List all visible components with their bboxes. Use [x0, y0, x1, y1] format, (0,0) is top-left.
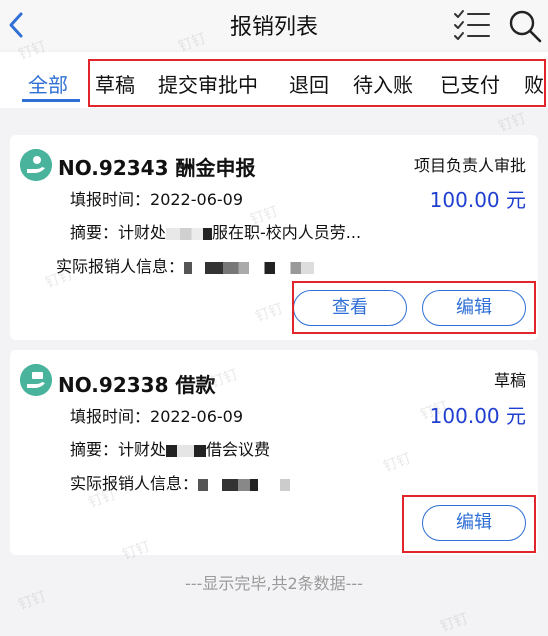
search-icon[interactable] [507, 8, 543, 44]
tab-returned[interactable]: 退回 [289, 69, 329, 98]
tab-overflow[interactable]: 败 [524, 69, 544, 98]
reimbursement-card[interactable]: NO.92343 酬金申报 项目负责人审批 100.00 元 填报时间：2022… [10, 135, 538, 340]
card-title: NO.92338 借款 [58, 373, 216, 397]
summary-label: 摘要： [70, 223, 119, 242]
money-hand-icon [20, 364, 52, 396]
active-tab-indicator [22, 99, 80, 102]
summary-row: 摘要：计财处 服在职-校内人员劳... [70, 219, 361, 243]
submit-date-value: 2022-06-09 [150, 407, 243, 426]
card-amount: 100.00 元 [429, 188, 526, 212]
checklist-icon[interactable] [452, 8, 492, 42]
summary-label: 摘要： [70, 440, 119, 459]
summary-suffix: 借会议费 [206, 440, 271, 459]
redaction-mask [166, 444, 207, 457]
edit-button[interactable]: 编辑 [422, 290, 526, 326]
summary-prefix: 计财处 [118, 223, 167, 242]
submit-date-label: 填报时间： [70, 190, 151, 209]
watermark: 钉钉 [496, 110, 529, 136]
reporter-label: 实际报销人信息： [70, 474, 199, 493]
card-status: 草稿 [493, 371, 526, 390]
summary-row: 摘要：计财处 借会议费 [70, 436, 270, 460]
view-button[interactable]: 查看 [293, 290, 407, 326]
submit-date-label: 填报时间： [70, 407, 151, 426]
status-tabs: 全部 草稿 提交审批中 退回 待入账 已支付 败 [0, 52, 548, 108]
redaction-mask [198, 478, 299, 491]
tab-pending-posting[interactable]: 待入账 [353, 69, 413, 98]
submit-date-row: 填报时间：2022-06-09 [70, 186, 243, 210]
tab-draft[interactable]: 草稿 [95, 69, 135, 98]
summary-suffix: 服在职-校内人员劳... [212, 223, 362, 242]
summary-prefix: 计财处 [118, 440, 167, 459]
reporter-row: 实际报销人信息： [70, 470, 299, 494]
card-amount: 100.00 元 [429, 404, 526, 428]
submit-date-value: 2022-06-09 [150, 190, 243, 209]
nav-bar: 报销列表 [0, 0, 548, 50]
redaction-mask [184, 261, 315, 274]
card-status: 项目负责人审批 [413, 156, 526, 175]
tab-submitted[interactable]: 提交审批中 [158, 69, 258, 98]
tab-paid[interactable]: 已支付 [440, 69, 500, 98]
tab-all[interactable]: 全部 [28, 69, 68, 98]
redaction-mask [166, 227, 213, 240]
edit-button[interactable]: 编辑 [422, 505, 526, 541]
card-title: NO.92343 酬金申报 [58, 156, 256, 180]
watermark: 钉钉 [438, 610, 471, 636]
submit-date-row: 填报时间：2022-06-09 [70, 403, 243, 427]
reporter-row: 实际报销人信息： [56, 253, 315, 277]
list-end-message: ---显示完毕,共2条数据--- [185, 574, 363, 593]
reimbursement-card[interactable]: NO.92338 借款 草稿 100.00 元 填报时间：2022-06-09 … [10, 350, 538, 555]
reporter-label: 实际报销人信息： [56, 257, 185, 276]
money-hand-icon [20, 149, 52, 181]
